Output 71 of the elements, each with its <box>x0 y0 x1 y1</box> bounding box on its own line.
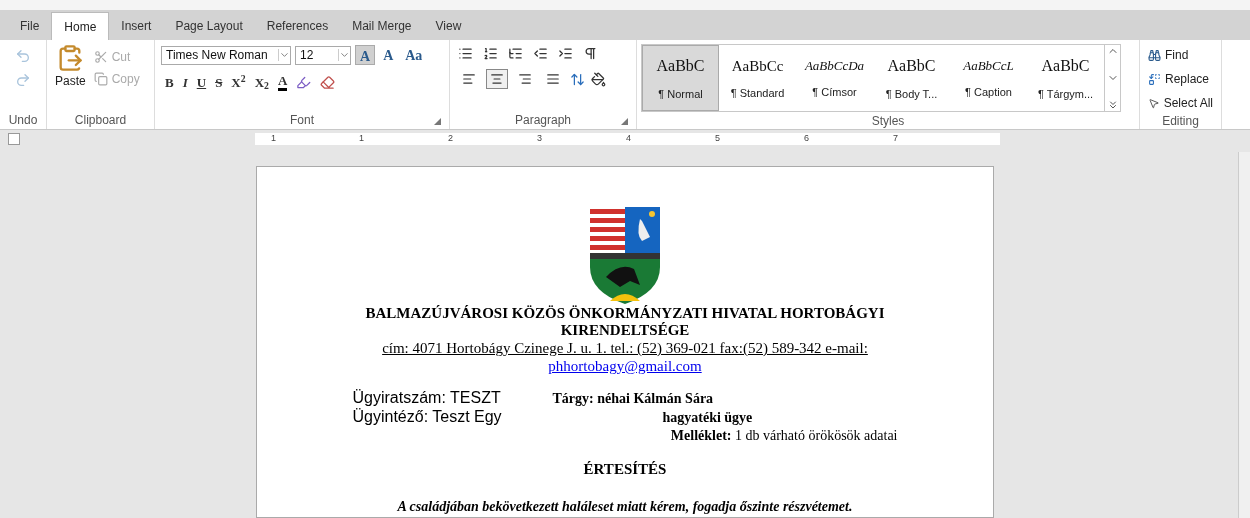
dialog-launcher-icon[interactable] <box>434 118 441 125</box>
group-label: Editing <box>1162 113 1199 130</box>
font-size-button[interactable]: A <box>379 45 398 65</box>
group-label: Styles <box>871 113 905 130</box>
bullet-list-icon[interactable] <box>458 46 473 61</box>
condolence-sentence: A családjában bekövetkezett haláleset miatt kérem, fogadja őszinte részvétemet. <box>397 497 853 516</box>
font-size-button[interactable]: Aa <box>401 45 427 65</box>
ribbon-tab[interactable]: Page Layout <box>163 12 255 40</box>
group-label: Undo <box>8 112 38 129</box>
format-button[interactable]: U <box>196 73 207 93</box>
line-spacing-icon[interactable] <box>570 71 585 87</box>
align-icon <box>462 72 476 86</box>
file-number: Ügyiratszám: TESZT <box>352 389 502 407</box>
align-icon <box>546 72 560 86</box>
align-icon <box>490 72 504 86</box>
document-title: ÉRTESÍTÉS <box>583 460 667 479</box>
email-link[interactable]: phhortobagy@gmail.com <box>548 357 702 375</box>
group-label: Clipboard <box>74 112 127 129</box>
tab-stop-selector[interactable] <box>8 133 20 145</box>
scissors-icon <box>93 50 108 64</box>
horizontal-ruler: 1 1 2 3 4 5 6 7 <box>255 133 1000 145</box>
replace-icon <box>1148 72 1161 86</box>
font-name-field[interactable]: Times New Roman <box>161 45 291 65</box>
style-gallery-item[interactable]: AaBbC ¶ Normal <box>642 45 719 111</box>
style-gallery-item[interactable]: AaBbCcL ¶ Caption <box>950 45 1027 111</box>
select-all-button[interactable]: Select All <box>1148 94 1213 112</box>
eraser-icon[interactable] <box>320 75 336 91</box>
ribbon-tab[interactable]: References <box>254 12 341 40</box>
pilcrow-icon[interactable] <box>583 46 598 61</box>
numbered-list-icon[interactable] <box>483 46 498 61</box>
highlighter-icon[interactable] <box>296 75 312 91</box>
format-button[interactable]: S <box>215 73 223 93</box>
ribbon-tab[interactable]: Home <box>51 12 110 40</box>
subject-text: hagyatéki ügye <box>662 409 753 427</box>
address-line: cím: 4071 Hortobágy Czinege J. u. 1. tel.: (52) 369-021 fax:(52) 589-342 e-mail: <box>382 339 868 357</box>
group-label: Paragraph <box>514 112 571 129</box>
align-button[interactable] <box>486 69 508 89</box>
style-gallery-item[interactable]: AaBbC ¶ Body T... <box>873 45 950 111</box>
clerk-name: Ügyintéző: Teszt Egy <box>352 408 503 426</box>
attachment-text: Melléklet: 1 db várható örökösök adatai <box>670 427 898 445</box>
format-button[interactable]: B <box>165 73 174 93</box>
find-button[interactable]: Find <box>1148 46 1213 64</box>
decrease-indent-icon[interactable] <box>533 46 548 61</box>
format-button[interactable]: I <box>182 73 188 93</box>
font-size-field[interactable]: 12 <box>295 45 351 65</box>
ribbon-tab[interactable]: File <box>8 12 52 40</box>
paste-button[interactable]: Paste <box>55 44 86 111</box>
chevron-down-icon[interactable] <box>278 49 290 61</box>
cursor-icon <box>1148 96 1160 110</box>
dialog-launcher-icon[interactable] <box>621 118 628 125</box>
replace-button[interactable]: Replace <box>1148 70 1213 88</box>
style-gallery-item[interactable]: AaBbCcDa ¶ Címsor <box>796 45 873 111</box>
format-button[interactable]: X$^{2}$ <box>231 73 246 93</box>
multilevel-list-icon[interactable] <box>508 46 523 61</box>
format-button[interactable]: A <box>277 74 288 92</box>
subject-text: Tárgy: néhai Kálmán Sára <box>552 390 714 408</box>
ribbon-tab[interactable]: View <box>423 12 474 40</box>
increase-indent-icon[interactable] <box>558 46 573 61</box>
style-gallery-item[interactable]: AaBbC ¶ Tárgym... <box>1027 45 1104 111</box>
format-button[interactable]: X$_{2}$ <box>254 73 269 93</box>
group-label: Font <box>290 112 314 129</box>
binoculars-icon <box>1148 48 1161 62</box>
align-icon <box>518 72 532 86</box>
font-size-button[interactable]: A <box>355 45 376 65</box>
paint-bucket-icon[interactable] <box>591 71 606 87</box>
copy-icon <box>93 72 108 86</box>
vertical-scrollbar[interactable] <box>1238 152 1250 518</box>
ribbon-tab[interactable]: Insert <box>109 12 164 40</box>
ribbon-tab[interactable]: Mail Merge <box>340 12 424 40</box>
style-gallery-item[interactable]: AaBbCc ¶ Standard <box>719 45 796 111</box>
chevron-down-icon[interactable] <box>338 49 350 61</box>
